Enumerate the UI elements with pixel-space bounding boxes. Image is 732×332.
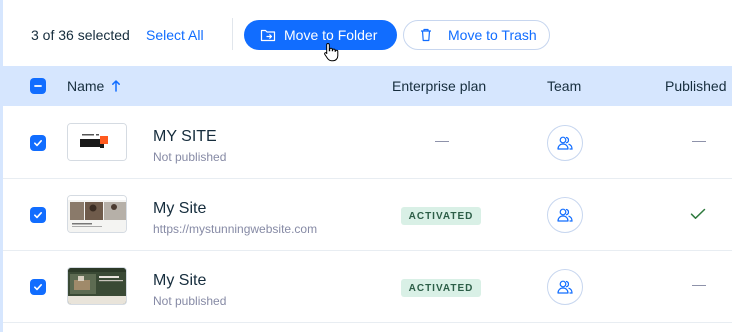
site-status: Not published	[153, 294, 227, 308]
bulk-actions-toolbar: 3 of 36 selected Select All Move to Fold…	[3, 0, 732, 66]
table-row[interactable]: My Site Not published ACTIVATED —	[3, 251, 732, 323]
team-button[interactable]	[547, 125, 583, 161]
select-all-link[interactable]: Select All	[146, 27, 204, 43]
toolbar-divider	[232, 18, 233, 50]
move-to-trash-label: Move to Trash	[448, 27, 537, 43]
site-thumbnail[interactable]	[67, 267, 127, 305]
hand-cursor-icon	[324, 42, 339, 62]
team-button[interactable]	[547, 269, 583, 305]
move-to-trash-button[interactable]: Move to Trash	[403, 20, 550, 50]
checkbox-checked-icon	[34, 140, 42, 147]
sort-arrow-up-icon[interactable]	[111, 79, 121, 93]
site-url[interactable]: https://mystunningwebsite.com	[153, 222, 317, 236]
folder-move-icon	[260, 27, 276, 43]
site-name[interactable]: My Site	[153, 200, 206, 218]
team-button[interactable]	[547, 197, 583, 233]
site-name[interactable]: My Site	[153, 272, 206, 290]
move-to-folder-label: Move to Folder	[284, 27, 378, 43]
site-thumbnail[interactable]	[67, 195, 127, 233]
sites-panel: 3 of 36 selected Select All Move to Fold…	[0, 0, 732, 332]
enterprise-plan-badge: ACTIVATED	[401, 279, 481, 297]
checkbox-checked-icon	[34, 212, 42, 219]
checkbox-indeterminate-icon	[34, 85, 42, 87]
column-header-enterprise-plan: Enterprise plan	[392, 78, 487, 94]
table-header: Name Enterprise plan Team Published	[3, 66, 732, 106]
trash-icon	[418, 27, 434, 43]
enterprise-plan-value: —	[435, 132, 449, 148]
published-value: —	[692, 132, 706, 148]
published-value: —	[692, 276, 706, 292]
checkbox-checked-icon	[34, 284, 42, 291]
published-checkmark-icon	[690, 208, 706, 219]
site-status: Not published	[153, 150, 227, 164]
table-row[interactable]: MY SITE Not published — —	[3, 107, 732, 179]
site-name[interactable]: MY SITE	[153, 128, 217, 146]
site-thumbnail[interactable]	[67, 123, 127, 161]
table-row[interactable]: My Site https://mystunningwebsite.com AC…	[3, 179, 732, 251]
enterprise-plan-badge: ACTIVATED	[401, 207, 481, 225]
team-icon	[557, 136, 573, 150]
selection-count: 3 of 36 selected	[31, 27, 130, 43]
column-header-team: Team	[547, 78, 582, 94]
select-all-checkbox[interactable]	[30, 78, 46, 94]
row-checkbox[interactable]	[30, 279, 46, 295]
team-icon	[557, 280, 573, 294]
team-icon	[557, 208, 573, 222]
column-header-published: Published	[665, 78, 727, 94]
move-to-folder-button[interactable]: Move to Folder	[244, 20, 397, 50]
column-header-name[interactable]: Name	[67, 78, 104, 94]
row-checkbox[interactable]	[30, 135, 46, 151]
row-checkbox[interactable]	[30, 207, 46, 223]
